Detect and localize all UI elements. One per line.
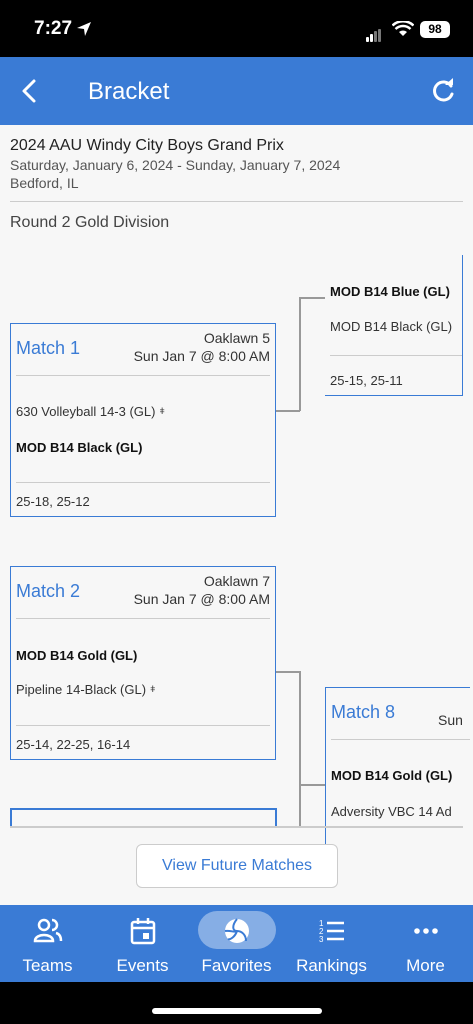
tab-events[interactable]: Events [95, 905, 190, 982]
match-scores: 25-18, 25-12 [16, 494, 90, 509]
cellular-signal-icon [366, 24, 382, 42]
card-divider [16, 482, 270, 483]
people-icon [33, 918, 62, 943]
match-court: Oaklawn 7 [203, 573, 270, 589]
match-card-8[interactable]: Match 8 Sun MOD B14 Gold (GL) Adversity … [325, 687, 470, 847]
status-bar: 7:27 98 [0, 0, 473, 57]
match-title: Match 8 [331, 702, 396, 722]
seed-mark: ǂ [150, 684, 156, 694]
match-card-3-edge [10, 808, 276, 810]
calendar-icon [130, 918, 155, 945]
battery-indicator: 98 [420, 21, 450, 38]
team-name-text: Pipeline 14-Black (GL) [16, 682, 147, 697]
round-label: Round 2 Gold Division [10, 214, 170, 231]
home-area [0, 982, 473, 1024]
team-name: 630 Volleyball 14-3 (GL) ǂ [16, 404, 165, 419]
seed-mark: ǂ [159, 406, 165, 416]
match-title: Match 2 [16, 581, 81, 601]
match-title: Match 1 [16, 338, 81, 358]
tab-label: More [406, 956, 445, 975]
match-card-3-edge [10, 808, 12, 826]
bracket-connector [299, 297, 301, 411]
team-name-winner: MOD B14 Gold (GL) [16, 648, 138, 663]
team-name-winner: MOD B14 Gold (GL) [331, 768, 453, 783]
match-scores: 25-15, 25-11 [330, 373, 403, 388]
tab-favorites[interactable]: Favorites [189, 905, 284, 982]
card-divider [331, 739, 470, 740]
match-card-next-top[interactable]: MOD B14 Blue (GL) MOD B14 Black (GL) 25-… [325, 255, 463, 396]
volleyball-icon [224, 918, 249, 943]
tab-label: Rankings [296, 956, 367, 975]
card-divider [16, 618, 270, 619]
bracket-connector [299, 297, 325, 299]
svg-text:3: 3 [319, 935, 324, 944]
view-future-matches-button[interactable]: View Future Matches [136, 844, 338, 888]
match-card-2[interactable]: Match 2 Oaklawn 7 Sun Jan 7 @ 8:00 AM MO… [10, 566, 276, 760]
team-name: Adversity VBC 14 Ad [331, 804, 452, 819]
bracket-content[interactable]: 2024 AAU Windy City Boys Grand Prix Satu… [0, 125, 473, 905]
bracket-connector [276, 410, 300, 412]
team-name-winner: MOD B14 Black (GL) [16, 440, 143, 455]
divider [10, 201, 463, 202]
match-scores: 25-14, 22-25, 16-14 [16, 737, 131, 752]
back-arrow-icon[interactable] [16, 77, 44, 105]
tab-teams[interactable]: Teams [0, 905, 95, 982]
event-title: 2024 AAU Windy City Boys Grand Prix [10, 137, 284, 154]
team-name: MOD B14 Blue (GL) [330, 284, 450, 299]
match-card-3-edge [275, 808, 277, 826]
more-icon [413, 928, 438, 934]
app-header: Bracket [0, 57, 473, 125]
bracket-connector [276, 671, 300, 673]
card-divider [16, 725, 270, 726]
page-title: Bracket [88, 78, 170, 105]
team-name-text: 630 Volleyball 14-3 (GL) [16, 404, 156, 419]
event-location: Bedford, IL [10, 175, 79, 191]
match-time: Sun Jan 7 @ 8:00 AM [133, 591, 270, 607]
match-time: Sun [438, 712, 463, 728]
wifi-icon [392, 21, 414, 36]
match-card-1[interactable]: Match 1 Oaklawn 5 Sun Jan 7 @ 8:00 AM 63… [10, 323, 276, 517]
match-court: Oaklawn 5 [203, 330, 270, 346]
tab-label: Teams [22, 956, 73, 975]
bracket-connector [299, 784, 325, 786]
match-time: Sun Jan 7 @ 8:00 AM [133, 348, 270, 364]
card-divider [330, 355, 462, 356]
scroll-divider [10, 826, 463, 828]
tab-rankings[interactable]: 1 2 3 Rankings [284, 905, 379, 982]
status-time: 7:27 [34, 18, 73, 39]
tab-label: Events [116, 956, 169, 975]
event-dates: Saturday, January 6, 2024 - Sunday, Janu… [10, 157, 341, 173]
bracket-connector [299, 671, 301, 826]
home-indicator[interactable] [152, 1008, 322, 1014]
location-arrow-icon [77, 22, 91, 36]
list-icon: 1 2 3 [319, 919, 344, 944]
tab-label: Favorites [201, 956, 272, 975]
team-name: Pipeline 14-Black (GL) ǂ [16, 682, 155, 697]
team-name: MOD B14 Black (GL) [330, 319, 453, 334]
refresh-icon[interactable] [430, 77, 458, 105]
card-divider [16, 375, 270, 376]
tab-bar: Teams Events Favorites 1 2 3 Rankings Mo… [0, 905, 473, 982]
tab-more[interactable]: More [378, 905, 473, 982]
